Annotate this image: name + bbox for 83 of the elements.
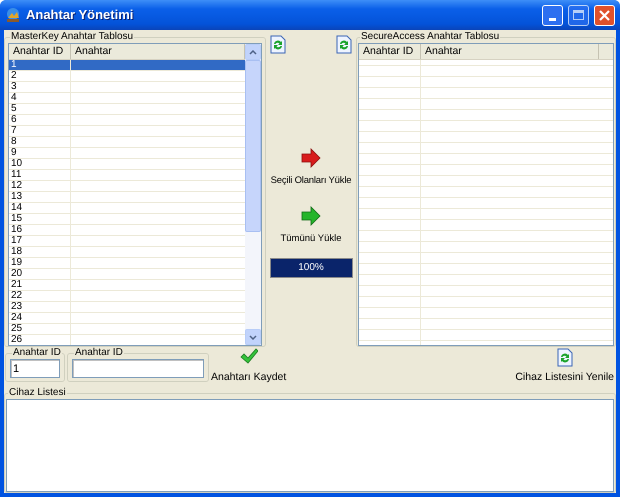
scrollbar[interactable] [245,44,261,345]
table-row[interactable]: 22 [9,291,245,302]
table-cell: 15 [11,214,22,224]
close-icon [599,10,610,20]
table-cell: 4 [11,93,17,103]
progress-text: 100% [297,261,325,275]
group-title: Anahtar ID [74,347,124,359]
arrow-icon [300,148,321,168]
table-cell: 20 [11,269,22,279]
refresh-icon [270,35,286,54]
table-cell: 22 [11,291,22,301]
table-cell: 12 [11,181,22,191]
refresh-icon [556,348,573,367]
data-grid[interactable]: Anahtar ID Anahtar 1 2 3 4 5 6 7 8 9 10 11 12 13 14 15 16 17 18 19 20 21 22 23 24 25 26 [8,43,262,346]
data-grid[interactable]: Anahtar ID Anahtar [358,43,614,346]
table-cell: 26 [11,335,22,345]
table-cell: 10 [11,159,22,169]
app-icon [5,7,21,23]
table-cell: 5 [11,104,17,114]
table-cell: 6 [11,115,17,125]
input-field[interactable] [72,359,204,378]
table-cell: 1 [11,60,17,70]
refresh-devices-button[interactable]: Cihaz Listesini Yenile [515,348,614,386]
group-title: Anahtar ID [12,347,62,359]
table-row[interactable]: 16 [9,225,245,236]
window-title: Anahtar Yönetimi [26,6,134,24]
load-selected-button[interactable]: Seçili Olanları Yükle [270,148,352,188]
table-cell: 7 [11,126,17,136]
arrow-icon [301,206,321,226]
table-row[interactable]: 24 [9,313,245,324]
table-cell: 2 [11,71,17,81]
table-row[interactable]: 21 [9,280,245,291]
table-cell: 23 [11,302,22,312]
table-cell: 16 [11,225,22,235]
table-row[interactable]: 5 [9,104,245,115]
table-cell: 11 [11,170,22,180]
table-row[interactable]: 13 [9,192,245,203]
table-cell: 17 [11,236,22,246]
minimize-button[interactable] [542,4,563,26]
table-row[interactable]: 7 [9,126,245,137]
table-cell: 9 [11,148,17,158]
table-cell: 19 [11,258,22,268]
checkmark-icon [240,348,258,365]
table-row[interactable]: 9 [9,148,245,159]
table-row[interactable]: 14 [9,203,245,214]
table-row[interactable]: 25 [9,324,245,335]
table-row[interactable]: 12 [9,181,245,192]
table-row[interactable]: 6 [9,115,245,126]
refresh-button[interactable] [270,35,286,54]
table-cell: 18 [11,247,22,257]
table-row[interactable]: 20 [9,269,245,280]
table-row[interactable]: 2 [9,71,245,82]
table-cell: 14 [11,203,22,213]
refresh-button[interactable] [336,35,352,54]
table-cell: 13 [11,192,22,202]
column-header[interactable]: Anahtar [421,44,599,59]
table-row[interactable]: 11 [9,170,245,181]
group-title: SecureAccess Anahtar Tablosu [360,31,500,43]
load-all-button[interactable]: Tümünü Yükle [280,206,342,246]
table-row[interactable]: 18 [9,247,245,258]
table-row[interactable]: 17 [9,236,245,247]
column-header[interactable]: Anahtar ID [359,44,421,59]
table-row[interactable]: 3 [9,82,245,93]
table-cell: 21 [11,280,22,290]
table-cell: 24 [11,313,22,323]
table-row[interactable]: 10 [9,159,245,170]
save-button[interactable]: Anahtarı Kaydet [211,348,286,386]
refresh-icon [336,35,352,54]
table-row[interactable]: 8 [9,137,245,148]
table-row[interactable]: 1 [9,60,245,71]
table-row[interactable]: 19 [9,258,245,269]
input-field[interactable]: 1 [10,359,60,378]
table-cell: 8 [11,137,17,147]
maximize-button[interactable] [568,4,589,26]
table-row[interactable]: 4 [9,93,245,104]
group-title: MasterKey Anahtar Tablosu [10,31,134,43]
table-cell: 3 [11,82,17,92]
group-title: Cihaz Listesi [8,387,67,399]
table-row[interactable]: 15 [9,214,245,225]
column-header[interactable]: Anahtar ID [9,44,71,59]
table-cell: 25 [11,324,22,334]
close-button[interactable] [594,4,615,26]
table-row[interactable]: 23 [9,302,245,313]
